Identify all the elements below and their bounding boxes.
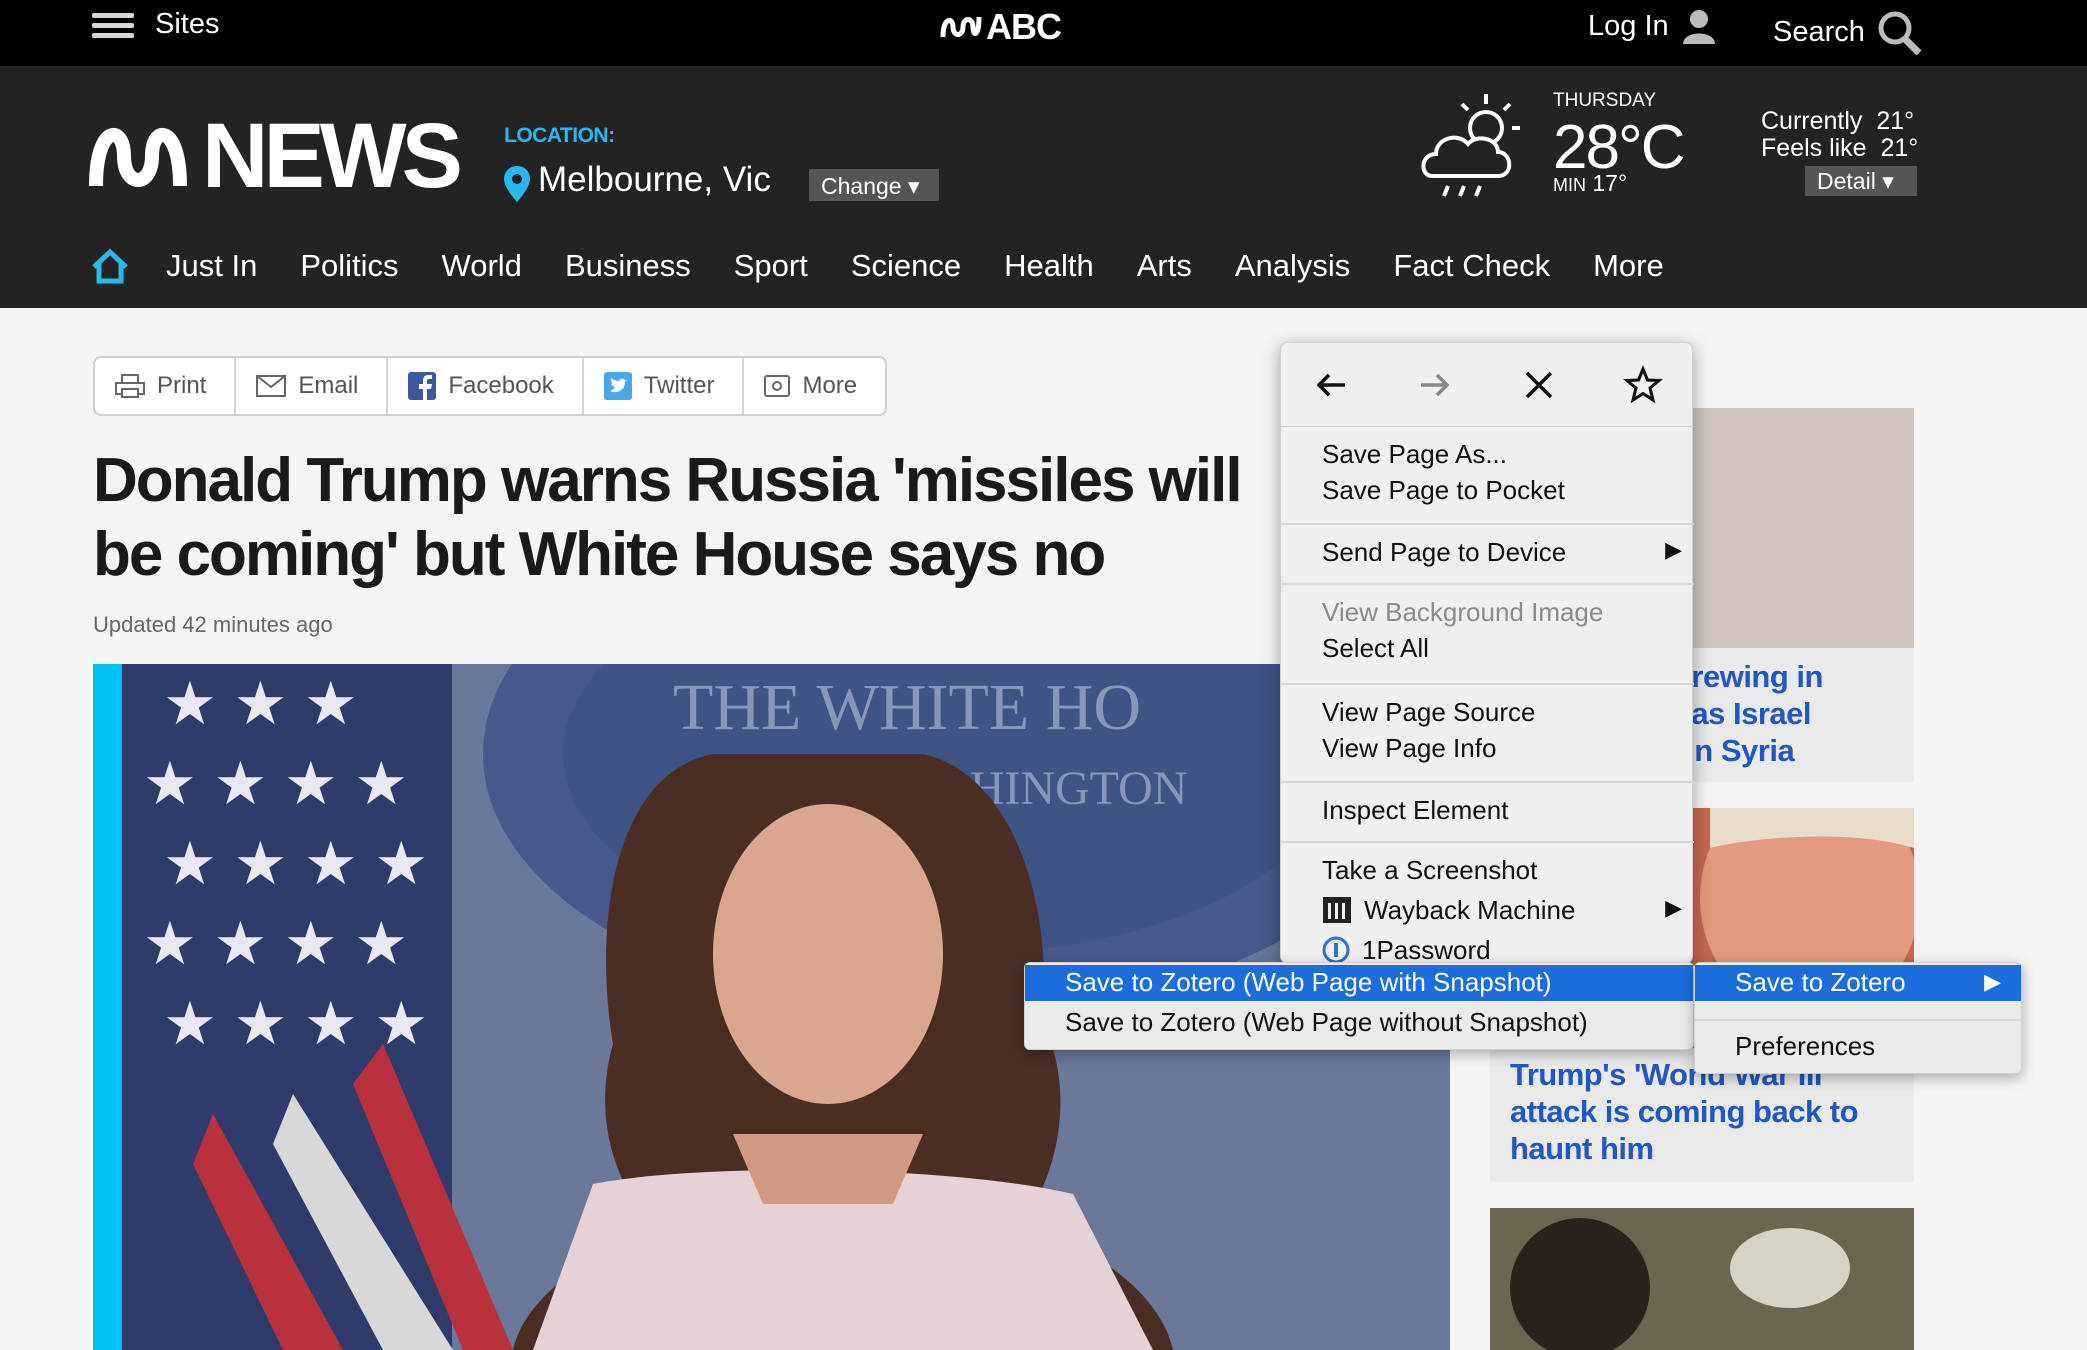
submenu-arrow-icon: ▶ [1665,895,1682,920]
menu-view-background-image: View Background Image [1322,597,1604,627]
print-button[interactable]: Print [95,358,237,414]
submenu-arrow-icon: ▶ [1984,969,2001,994]
print-icon [115,374,145,398]
context-menu: Save Page As... Save Page to Pocket Send… [1280,342,1694,965]
main-nav: Just In Politics World Business Sport Sc… [88,238,1707,294]
top-bar: Sites ABC Log In Search [0,0,2087,66]
site-header: NEWS LOCATION: Melbourne, Vic Change ▾ T… [0,66,2087,308]
menu-view-page-source[interactable]: View Page Source [1322,697,1535,731]
email-button[interactable]: Email [236,358,389,414]
menu-save-to-zotero[interactable]: Save to Zotero ▶ [1695,965,2021,1001]
email-icon [256,375,287,397]
svg-text:★ ★ ★: ★ ★ ★ [163,670,358,737]
weather-current: Currently 21° Feels like 21° [1761,107,1919,162]
zotero-parent-submenu: Save to Zotero ▶ Preferences [1694,962,2022,1074]
menu-separator [1281,523,1694,525]
back-icon[interactable] [1311,365,1351,405]
nav-world[interactable]: World [442,248,522,284]
twitter-icon [603,372,632,400]
menu-take-screenshot[interactable]: Take a Screenshot [1322,855,1537,889]
menu-save-zotero-with-snapshot[interactable]: Save to Zotero (Web Page with Snapshot) [1025,965,1693,1001]
nav-fact-check[interactable]: Fact Check [1393,248,1550,284]
sidebar-story-3[interactable] [1490,1208,1914,1350]
menu-save-page-as[interactable]: Save Page As... [1322,439,1507,473]
change-location-button[interactable]: Change ▾ [809,169,939,201]
weather-day: THURSDAY [1553,90,1657,111]
menu-save-zotero-without-snapshot[interactable]: Save to Zotero (Web Page without Snapsho… [1065,1007,1588,1038]
menu-send-page-to-device[interactable]: Send Page to Device ▶ [1322,537,1682,571]
sites-link[interactable]: Sites [155,8,219,41]
svg-text:★ ★ ★ ★: ★ ★ ★ ★ [143,750,408,817]
abc-logo[interactable]: ABC [940,6,1062,48]
location-label: LOCATION: [504,124,615,147]
menu-select-all[interactable]: Select All [1322,633,1429,667]
home-icon[interactable] [88,247,132,285]
abc-news-logo[interactable]: NEWS [88,110,463,202]
location-pin-icon [504,166,530,202]
search-link[interactable]: Search [1773,8,1925,56]
article-content: Print Email Facebook Twitter More Donald… [0,308,2087,1350]
nav-analysis[interactable]: Analysis [1235,248,1350,284]
abc-lissajous-icon [940,16,982,38]
menu-separator [1281,583,1694,585]
wayback-machine-icon [1323,897,1351,923]
menu-view-page-info[interactable]: View Page Info [1322,733,1496,767]
abc-lissajous-logo-icon [89,128,187,187]
twitter-button[interactable]: Twitter [584,358,745,414]
login-link[interactable]: Log In [1588,8,1719,44]
weather-detail-button[interactable]: Detail ▾ [1805,166,1917,196]
svg-text:★ ★ ★ ★: ★ ★ ★ ★ [163,830,428,897]
share-more-icon [764,375,791,397]
menu-separator [1281,683,1694,685]
seal-text-1: THE WHITE HO [673,671,1141,744]
menu-inspect-element[interactable]: Inspect Element [1322,795,1508,829]
weather-min: MIN 17° [1553,170,1628,196]
more-share-button[interactable]: More [744,358,885,414]
nav-arts[interactable]: Arts [1137,248,1192,284]
zotero-submenu: Save to Zotero (Web Page with Snapshot) … [1024,962,1694,1050]
bookmark-star-icon[interactable] [1623,365,1663,405]
nav-just-in[interactable]: Just In [166,248,257,284]
menu-preferences[interactable]: Preferences [1735,1031,1875,1062]
location-name: Melbourne, Vic [538,160,771,199]
forward-icon[interactable] [1415,365,1455,405]
menu-separator [1281,841,1694,843]
menu-separator [1695,1019,2021,1021]
cloud-sun-rain-icon [1421,94,1520,197]
user-icon [1682,10,1715,44]
share-toolbar: Print Email Facebook Twitter More [93,356,888,416]
1password-icon [1322,936,1350,964]
svg-text:★ ★ ★ ★: ★ ★ ★ ★ [163,990,428,1057]
hamburger-icon[interactable] [92,8,134,44]
nav-science[interactable]: Science [851,248,961,284]
menu-separator [1281,781,1694,783]
submenu-arrow-icon: ▶ [1665,537,1682,562]
nav-more[interactable]: More [1593,248,1664,284]
context-menu-nav-row [1281,343,1694,427]
menu-wayback-machine[interactable]: Wayback Machine ▶ [1322,893,1682,927]
menu-save-page-to-pocket[interactable]: Save Page to Pocket [1322,475,1565,509]
nav-politics[interactable]: Politics [300,248,398,284]
nav-business[interactable]: Business [565,248,691,284]
facebook-icon [408,372,437,400]
video-accent-bar [93,664,122,1350]
article-headline: Donald Trump warns Russia 'missiles will… [93,446,1243,604]
facebook-button[interactable]: Facebook [388,358,584,414]
close-icon[interactable] [1519,365,1559,405]
article-updated: Updated 42 minutes ago [93,612,333,637]
nav-health[interactable]: Health [1004,248,1094,284]
svg-text:★ ★ ★ ★: ★ ★ ★ ★ [143,910,408,977]
search-icon [1878,11,1922,56]
story-3-image [1490,1208,1914,1350]
nav-sport[interactable]: Sport [734,248,808,284]
